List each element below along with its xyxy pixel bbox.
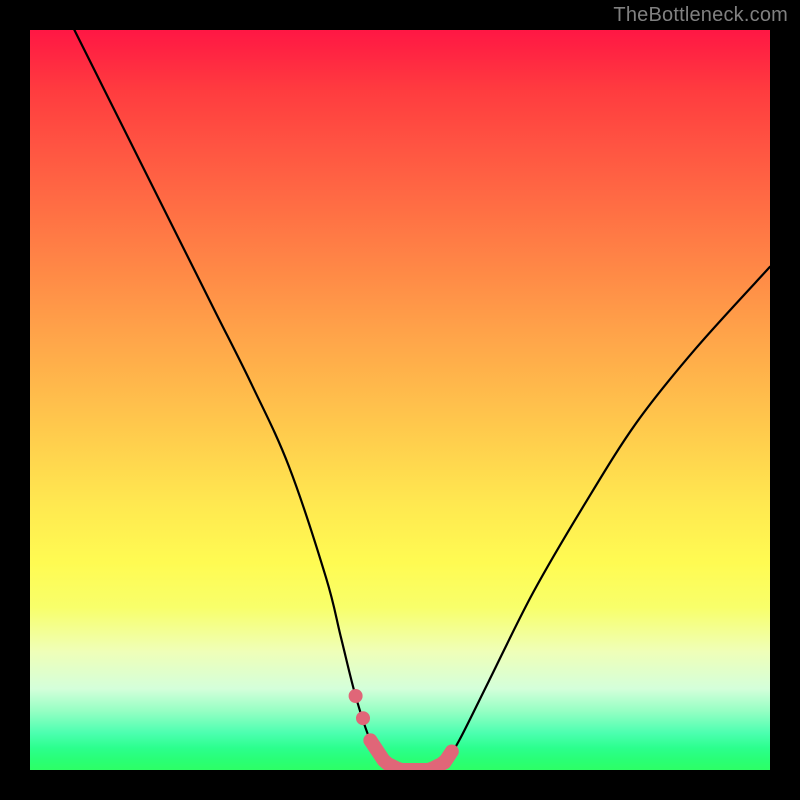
chart-frame: TheBottleneck.com	[0, 0, 800, 800]
plot-area	[30, 30, 770, 770]
flat-segment-marker	[349, 689, 363, 703]
flat-segment-marker	[445, 745, 459, 759]
flat-segment-marker	[363, 733, 377, 747]
bottleneck-curve-path	[74, 30, 770, 770]
curve-svg	[30, 30, 770, 770]
flat-segment-marker	[356, 711, 370, 725]
watermark-text: TheBottleneck.com	[613, 4, 788, 27]
